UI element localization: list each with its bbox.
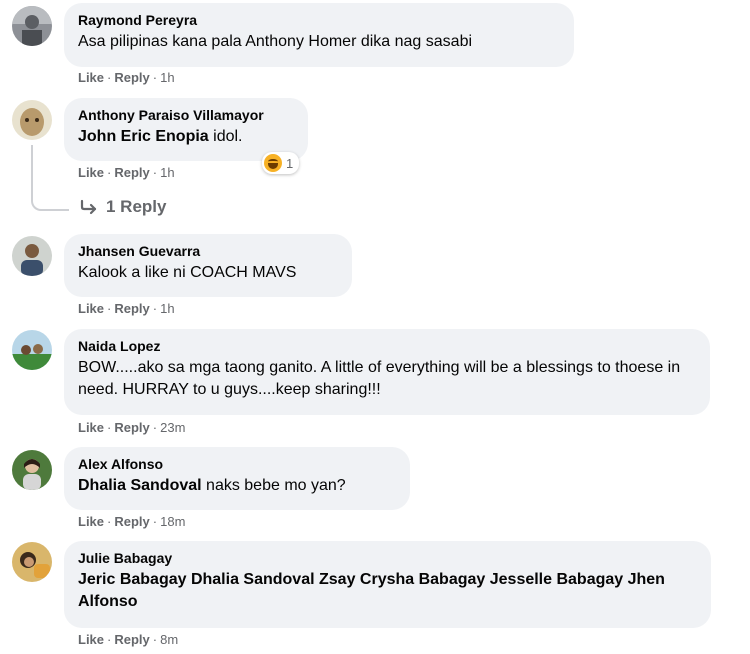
comment-text: Jeric Babagay Dhalia Sandoval Zsay Crysh… (78, 569, 697, 613)
comment-author[interactable]: Naida Lopez (78, 337, 696, 355)
like-button[interactable]: Like (78, 420, 104, 435)
comment-bubble: Naida Lopez BOW.....ako sa mga taong gan… (64, 329, 710, 415)
comment-text: Asa pilipinas kana pala Anthony Homer di… (78, 33, 473, 50)
mention-link[interactable]: Jeric Babagay Dhalia Sandoval Zsay Crysh… (78, 571, 665, 610)
comment-bubble: Raymond Pereyra Asa pilipinas kana pala … (64, 3, 574, 67)
reply-button[interactable]: Reply (114, 420, 149, 435)
reply-button[interactable]: Reply (114, 632, 149, 647)
reply-arrow-icon (80, 199, 97, 215)
like-button[interactable]: Like (78, 70, 104, 85)
reply-button[interactable]: Reply (114, 70, 149, 85)
comment-author[interactable]: Anthony Paraiso Villamayor (78, 106, 294, 124)
comment-bubble: Alex Alfonso Dhalia Sandoval naks bebe m… (64, 447, 410, 510)
comment-actions: Like · Reply · 18m (78, 514, 186, 529)
like-button[interactable]: Like (78, 632, 104, 647)
replies-label: 1 Reply (106, 197, 167, 216)
comment-time[interactable]: 23m (160, 420, 185, 435)
avatar[interactable] (12, 6, 52, 46)
comment-actions: Like · Reply · 8m (78, 632, 179, 647)
comment-actions: Like · Reply · 1h (78, 165, 175, 180)
comment-actions: Like · Reply · 1h (78, 70, 175, 85)
comment-author[interactable]: Alex Alfonso (78, 455, 396, 473)
comment-time[interactable]: 1h (160, 165, 174, 180)
avatar[interactable] (12, 236, 52, 276)
avatar[interactable] (12, 450, 52, 490)
comment-time[interactable]: 18m (160, 514, 185, 529)
reply-button[interactable]: Reply (114, 165, 149, 180)
comment-author[interactable]: Raymond Pereyra (78, 11, 560, 29)
view-replies-link[interactable]: 1 Reply (80, 197, 166, 217)
like-button[interactable]: Like (78, 165, 104, 180)
comment-text: Kalook a like ni COACH MAVS (78, 264, 297, 281)
reaction-badge[interactable]: 1 (262, 152, 300, 174)
comment-time[interactable]: 1h (160, 301, 174, 316)
reaction-count: 1 (286, 155, 294, 171)
comment-text: Dhalia Sandoval naks bebe mo yan? (78, 477, 346, 494)
comment-time[interactable]: 1h (160, 70, 174, 85)
mention-link[interactable]: John Eric Enopia (78, 128, 209, 145)
comment-author[interactable]: Jhansen Guevarra (78, 242, 338, 260)
like-button[interactable]: Like (78, 514, 104, 529)
comment-actions: Like · Reply · 23m (78, 420, 186, 435)
comment-text: BOW.....ako sa mga taong ganito. A littl… (78, 359, 681, 398)
avatar[interactable] (12, 330, 52, 370)
comment-bubble: Jhansen Guevarra Kalook a like ni COACH … (64, 234, 352, 297)
comment-text: John Eric Enopia idol. (78, 128, 243, 145)
avatar[interactable] (12, 542, 52, 582)
mention-link[interactable]: Dhalia Sandoval (78, 477, 202, 494)
reply-button[interactable]: Reply (114, 514, 149, 529)
comment-author[interactable]: Julie Babagay (78, 549, 697, 567)
comment-time[interactable]: 8m (160, 632, 178, 647)
haha-emoji-icon (264, 154, 282, 172)
thread-line (31, 145, 69, 211)
like-button[interactable]: Like (78, 301, 104, 316)
comment-actions: Like · Reply · 1h (78, 301, 175, 316)
avatar[interactable] (12, 100, 52, 140)
reply-button[interactable]: Reply (114, 301, 149, 316)
comment-bubble: Julie Babagay Jeric Babagay Dhalia Sando… (64, 541, 711, 628)
